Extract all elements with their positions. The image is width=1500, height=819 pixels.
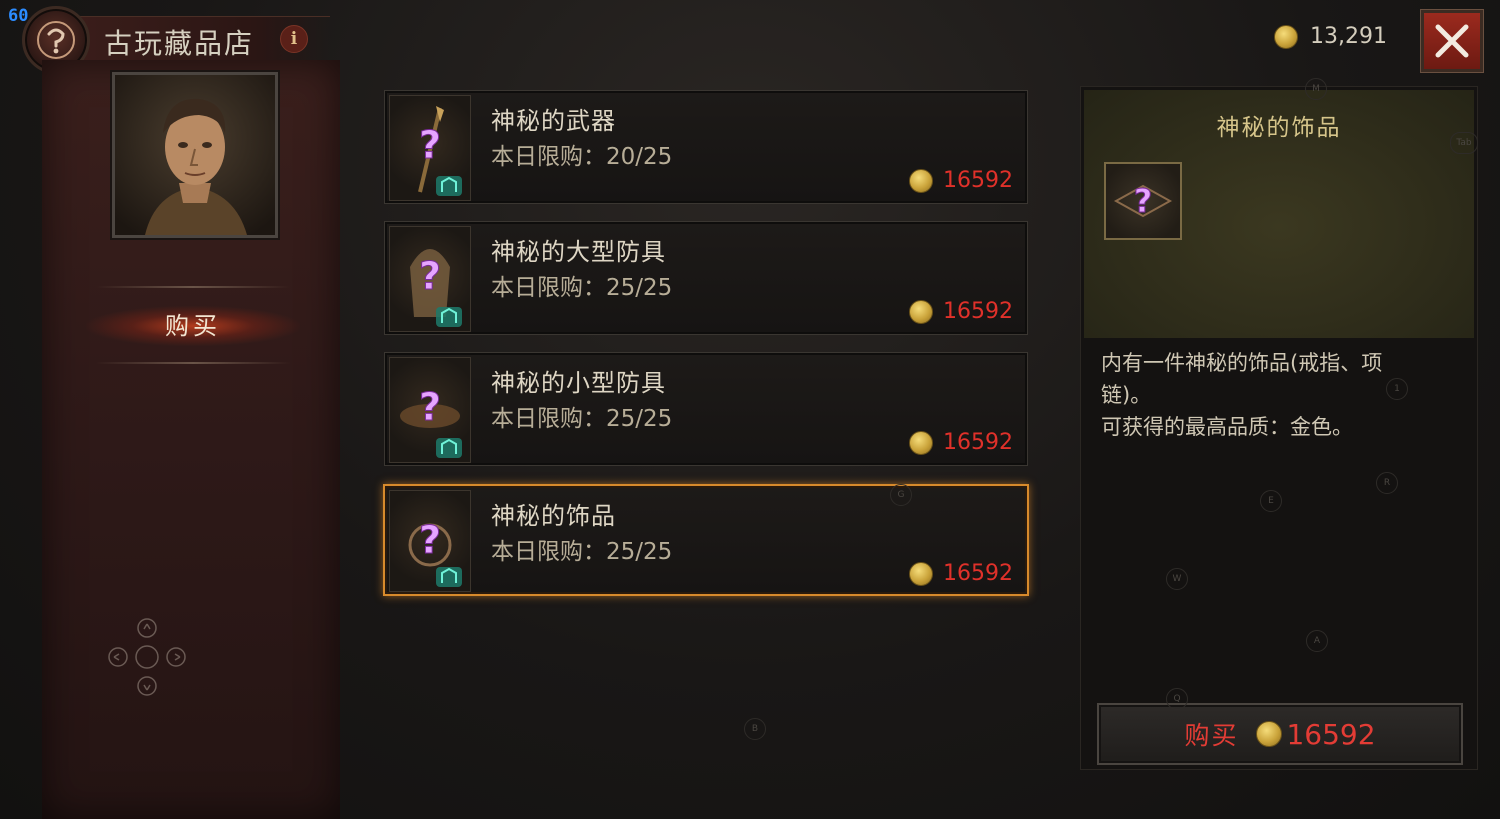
item-detail-panel: 神秘的饰品 ? 内有一件神秘的饰品(戒指、项 链)。 可获得的最高品质：金色。 … — [1080, 86, 1478, 770]
item-price: 16592 — [909, 561, 1013, 586]
item-price-value: 16592 — [943, 168, 1013, 193]
close-button[interactable] — [1421, 10, 1483, 72]
coin-icon — [1274, 24, 1298, 49]
key-hint: A — [1306, 630, 1328, 652]
buy-button-price: 16592 — [1256, 717, 1376, 751]
coin-icon — [909, 430, 933, 455]
item-name: 神秘的武器 — [491, 107, 616, 135]
shop-title: 古玩藏品店 — [104, 27, 255, 60]
gold-amount: 13,291 — [1310, 24, 1387, 49]
item-price: 16592 — [909, 299, 1013, 324]
key-hint: B — [744, 718, 766, 740]
key-hint: R — [1376, 472, 1398, 494]
item-daily-limit: 本日限购：25/25 — [491, 406, 673, 432]
tab-divider-top — [96, 286, 290, 288]
key-hint: E — [1260, 490, 1282, 512]
detail-desc-line: 内有一件神秘的饰品(戒指、项 — [1101, 351, 1383, 375]
coin-icon — [1256, 721, 1283, 747]
key-hint: G — [890, 484, 912, 506]
item-price-value: 16592 — [943, 430, 1013, 455]
coin-icon — [909, 561, 933, 586]
mystery-item-icon: ? — [389, 490, 471, 592]
item-daily-limit: 本日限购：20/25 — [491, 144, 673, 170]
buy-price-value: 16592 — [1286, 717, 1376, 751]
coin-icon — [909, 168, 933, 193]
gold-counter: 13,291 — [1274, 24, 1387, 49]
key-hint: 1 — [1386, 378, 1408, 400]
key-hint: M — [1305, 78, 1327, 100]
item-price-value: 16592 — [943, 299, 1013, 324]
shop-item-card[interactable]: ? 神秘的大型防具 本日限购：25/25 16592 — [384, 221, 1028, 335]
item-price-value: 16592 — [943, 561, 1013, 586]
detail-desc-line: 可获得的最高品质：金色。 — [1101, 415, 1353, 439]
svg-text:?: ? — [419, 123, 441, 167]
detail-title: 神秘的饰品 — [1216, 115, 1342, 141]
item-daily-limit: 本日限购：25/25 — [491, 539, 673, 565]
item-name: 神秘的饰品 — [491, 502, 616, 530]
buy-button-label: 购买 — [1184, 721, 1239, 750]
shop-item-card[interactable]: ? 神秘的武器 本日限购：20/25 16592 — [384, 90, 1028, 204]
detail-header: 神秘的饰品 ? — [1084, 90, 1474, 338]
info-icon[interactable]: i — [280, 25, 308, 53]
tab-divider-bottom — [96, 362, 290, 364]
shop-item-card-selected[interactable]: ? 神秘的饰品 本日限购：25/25 16592 — [383, 484, 1029, 596]
mystery-item-icon: ? — [389, 95, 471, 201]
key-hint: W — [1166, 568, 1188, 590]
shop-item-card[interactable]: ? 神秘的小型防具 本日限购：25/25 16592 — [384, 352, 1028, 466]
svg-text:?: ? — [419, 254, 441, 298]
dpad-icon — [106, 616, 188, 698]
merchant-portrait — [112, 72, 278, 238]
mystery-item-icon: ? — [389, 226, 471, 332]
mystery-item-icon: ? — [389, 357, 471, 463]
key-hint: Tab — [1450, 132, 1478, 154]
coin-icon — [909, 299, 933, 324]
close-icon — [1435, 24, 1469, 58]
svg-text:?: ? — [419, 385, 441, 429]
svg-text:?: ? — [419, 518, 441, 562]
detail-item-icon: ? — [1104, 162, 1182, 240]
item-price: 16592 — [909, 168, 1013, 193]
item-daily-limit: 本日限购：25/25 — [491, 275, 673, 301]
key-hint: Q — [1166, 688, 1188, 710]
svg-text:?: ? — [1134, 182, 1153, 220]
item-price: 16592 — [909, 430, 1013, 455]
buy-button[interactable]: 购买 16592 — [1097, 703, 1463, 765]
tab-buy[interactable]: 购买 — [86, 306, 300, 346]
left-tab-group: 购买 — [86, 280, 300, 372]
item-name: 神秘的小型防具 — [491, 369, 666, 397]
item-name: 神秘的大型防具 — [491, 238, 666, 266]
